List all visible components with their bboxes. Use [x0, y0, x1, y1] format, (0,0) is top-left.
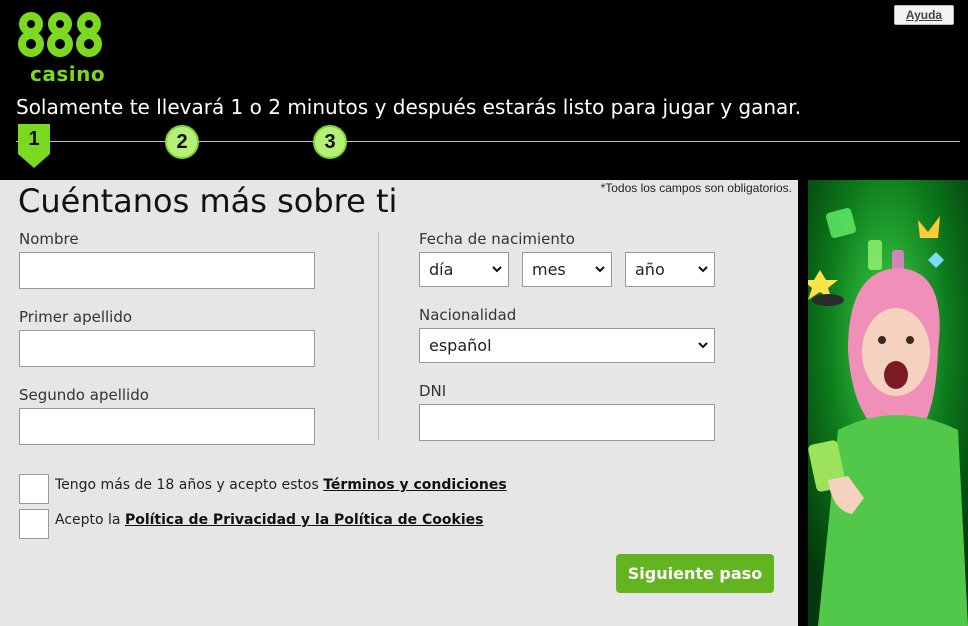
- birth-month-value: mes: [532, 260, 566, 279]
- registration-form: *Todos los campos son obligatorios. Cuén…: [0, 180, 798, 626]
- step-3: 3: [313, 125, 347, 159]
- privacy-checkbox[interactable]: [19, 509, 49, 539]
- chevron-down-icon: [595, 266, 605, 273]
- help-button[interactable]: Ayuda: [894, 5, 954, 25]
- tagline: Solamente te llevará 1 o 2 minutos y des…: [16, 95, 802, 119]
- 888-logo[interactable]: casino: [18, 12, 108, 86]
- step-1-number: 1: [28, 128, 40, 150]
- last-name-1-input[interactable]: [19, 330, 315, 367]
- privacy-prefix: Acepto la: [55, 512, 125, 528]
- 888-logo-mark: [18, 12, 102, 57]
- age-terms-text: Tengo más de 18 años y acepto estos Térm…: [55, 477, 507, 493]
- birth-year-select[interactable]: año: [625, 252, 715, 287]
- nationality-label: Nacionalidad: [419, 306, 517, 324]
- privacy-text: Acepto la Política de Privacidad y la Po…: [55, 512, 483, 528]
- column-divider: [378, 232, 379, 440]
- required-note: *Todos los campos son obligatorios.: [600, 181, 792, 195]
- birth-day-value: día: [429, 260, 454, 279]
- chevron-down-icon: [492, 266, 502, 273]
- birth-day-select[interactable]: día: [419, 252, 509, 287]
- chevron-down-icon: [698, 342, 708, 349]
- last-name-2-label: Segundo apellido: [19, 386, 149, 404]
- nationality-select[interactable]: español: [419, 328, 715, 363]
- step-2: 2: [165, 125, 199, 159]
- header: casino Ayuda Solamente te llevará 1 o 2 …: [0, 0, 968, 180]
- last-name-2-input[interactable]: [19, 408, 315, 445]
- promo-banner-image: [808, 180, 968, 626]
- privacy-link[interactable]: Política de Privacidad y la Política de …: [125, 512, 484, 528]
- steps-progress-line: [16, 141, 960, 142]
- form-title: Cuéntanos más sobre ti: [18, 182, 398, 220]
- nationality-value: español: [429, 336, 492, 355]
- first-name-label: Nombre: [19, 230, 79, 248]
- first-name-input[interactable]: [19, 252, 315, 289]
- step-1-active: 1: [18, 124, 50, 168]
- dni-label: DNI: [419, 382, 447, 400]
- logo-casino-text: casino: [30, 62, 106, 86]
- birth-year-value: año: [635, 260, 665, 279]
- terms-link[interactable]: Términos y condiciones: [323, 477, 506, 493]
- chevron-down-icon: [698, 266, 708, 273]
- next-step-button[interactable]: Siguiente paso: [616, 554, 774, 593]
- dni-input[interactable]: [419, 404, 715, 441]
- last-name-1-label: Primer apellido: [19, 308, 133, 326]
- birth-month-select[interactable]: mes: [522, 252, 612, 287]
- age-terms-checkbox[interactable]: [19, 474, 49, 504]
- birth-date-label: Fecha de nacimiento: [419, 230, 575, 248]
- promo-illustration: [808, 180, 968, 626]
- age-terms-prefix: Tengo más de 18 años y acepto estos: [55, 477, 324, 493]
